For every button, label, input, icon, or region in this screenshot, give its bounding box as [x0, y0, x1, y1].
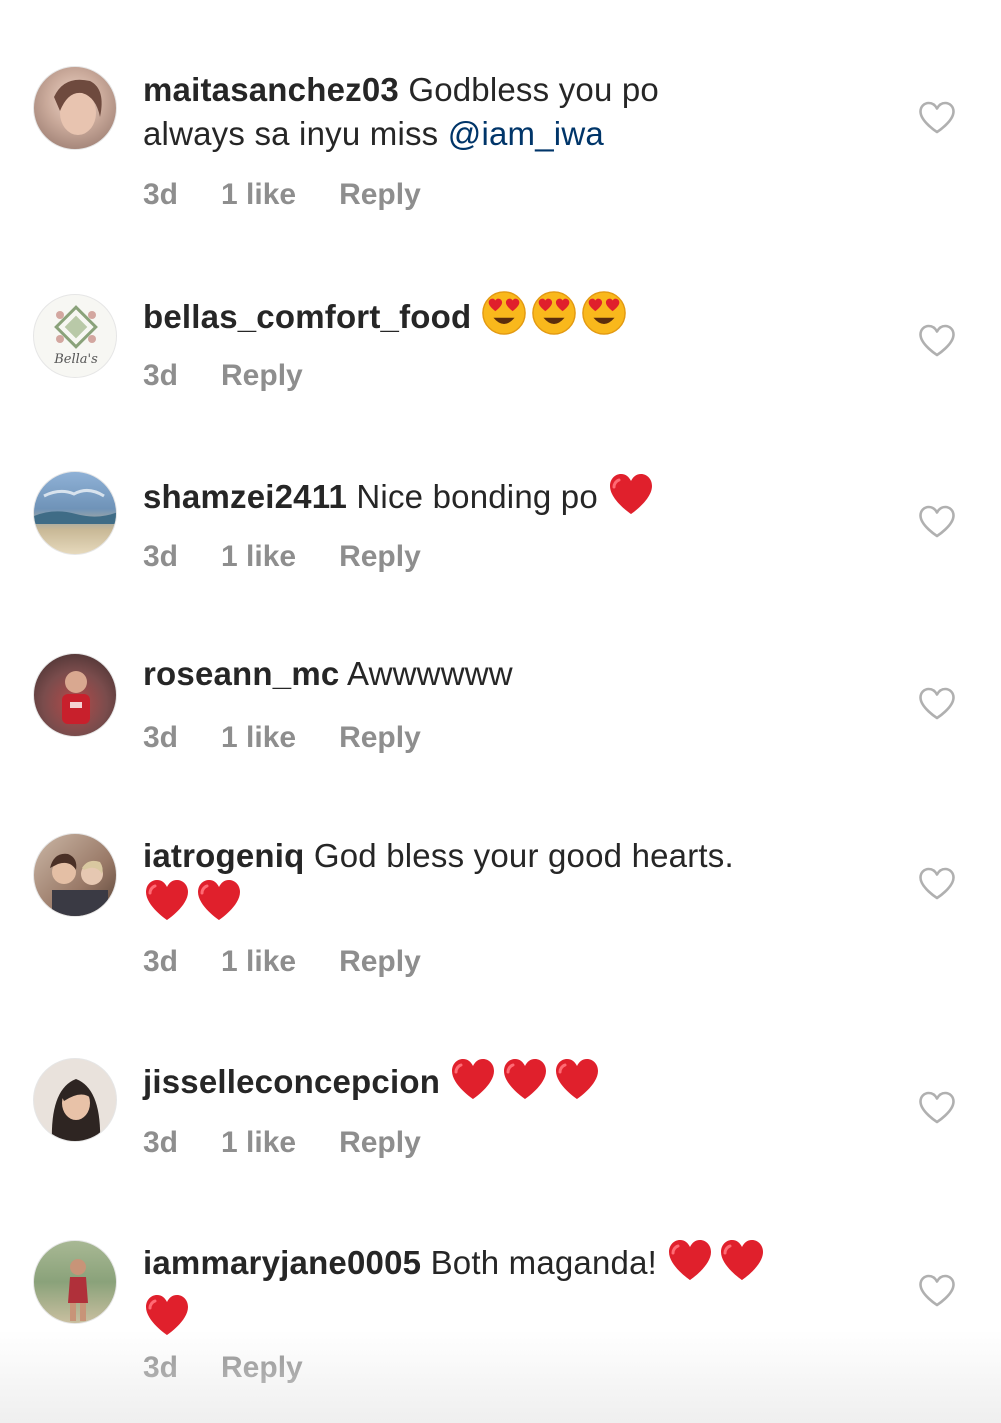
avatar[interactable]: Bella's	[33, 294, 117, 378]
comment-meta: 3d 1 like Reply	[143, 1123, 464, 1163]
comment-text: shamzei2411 Nice bonding po	[143, 472, 883, 527]
heart-eyes-emoji	[531, 290, 577, 347]
like-count[interactable]: 1 like	[221, 175, 296, 215]
reply-button[interactable]: Reply	[339, 942, 421, 982]
comment-text: bellas_comfort_food	[143, 290, 883, 347]
comment-body: Awwwwww	[339, 655, 513, 692]
comment-meta: 3d 1 like Reply	[143, 942, 464, 982]
red-heart-emoji	[449, 1057, 497, 1112]
timestamp: 3d	[143, 1351, 179, 1384]
like-heart-icon[interactable]	[918, 101, 956, 135]
reply-button[interactable]: Reply	[339, 537, 421, 577]
timestamp: 3d	[143, 540, 179, 573]
comment-body: Nice bonding po	[347, 478, 608, 515]
heart-eyes-emoji	[581, 290, 627, 347]
like-count[interactable]: 1 like	[221, 718, 296, 758]
mention-link[interactable]: @iam_iwa	[448, 115, 604, 152]
like-heart-icon[interactable]	[918, 1091, 956, 1125]
avatar[interactable]	[33, 653, 117, 737]
username[interactable]: iatrogeniq	[143, 837, 305, 874]
comment-text: iammaryjane0005 Both maganda!	[143, 1238, 883, 1348]
reply-button[interactable]: Reply	[221, 1348, 303, 1388]
comment-meta: 3d 1 like Reply	[143, 718, 464, 758]
red-heart-emoji	[553, 1057, 601, 1112]
avatar-photo	[68, 1259, 88, 1321]
avatar-photo	[62, 671, 90, 724]
avatar[interactable]	[33, 1058, 117, 1142]
avatar[interactable]	[33, 833, 117, 917]
timestamp: 3d	[143, 1126, 179, 1159]
comment-text: jisselleconcepcion	[143, 1057, 883, 1112]
comment-body: Godbless you po	[398, 71, 659, 108]
heart-eyes-emoji	[481, 290, 527, 347]
red-heart-emoji	[607, 472, 655, 527]
comment-body: God bless your good hearts.	[304, 837, 734, 874]
red-heart-emoji	[195, 878, 243, 933]
username[interactable]: roseann_mc	[143, 655, 339, 692]
reply-button[interactable]: Reply	[339, 175, 421, 215]
like-heart-icon[interactable]	[918, 687, 956, 721]
username[interactable]: iammaryjane0005	[143, 1244, 421, 1281]
avatar-photo	[34, 489, 116, 524]
reply-button[interactable]: Reply	[339, 1123, 421, 1163]
red-heart-emoji	[143, 1293, 191, 1348]
avatar-photo	[51, 1079, 101, 1141]
red-heart-emoji	[718, 1238, 766, 1293]
timestamp: 3d	[143, 721, 179, 754]
username[interactable]: jisselleconcepcion	[143, 1063, 440, 1100]
reply-button[interactable]: Reply	[221, 356, 303, 396]
avatar-logo: Bella's	[53, 305, 98, 367]
avatar-logo-text: Bella's	[53, 352, 98, 367]
red-heart-emoji	[666, 1238, 714, 1293]
username[interactable]: maitasanchez03	[143, 71, 399, 108]
comment-text: roseann_mc Awwwwww	[143, 652, 883, 696]
comment-meta: 3d 1 like Reply	[143, 175, 464, 215]
avatar[interactable]	[33, 66, 117, 150]
red-heart-emoji	[501, 1057, 549, 1112]
comment-body-line2: always sa inyu miss	[143, 115, 448, 152]
like-count[interactable]: 1 like	[221, 537, 296, 577]
timestamp: 3d	[143, 945, 179, 978]
like-heart-icon[interactable]	[918, 324, 956, 358]
comment-body: Both maganda!	[421, 1244, 667, 1281]
username[interactable]: shamzei2411	[143, 478, 347, 515]
avatar-photo	[54, 79, 102, 135]
comment-body	[440, 1063, 449, 1100]
like-heart-icon[interactable]	[918, 867, 956, 901]
comment-meta: 3d Reply	[143, 1348, 346, 1388]
avatar-photo	[50, 853, 108, 916]
timestamp: 3d	[143, 359, 179, 392]
comment-body	[471, 298, 480, 335]
username[interactable]: bellas_comfort_food	[143, 298, 471, 335]
comment-text: maitasanchez03 Godbless you po always sa…	[143, 68, 883, 156]
like-heart-icon[interactable]	[918, 1274, 956, 1308]
avatar[interactable]	[33, 471, 117, 555]
timestamp: 3d	[143, 178, 179, 211]
like-heart-icon[interactable]	[918, 505, 956, 539]
red-heart-emoji	[143, 878, 191, 933]
like-count[interactable]: 1 like	[221, 942, 296, 982]
like-count[interactable]: 1 like	[221, 1123, 296, 1163]
comment-meta: 3d Reply	[143, 356, 346, 396]
comment-text: iatrogeniq God bless your good hearts.	[143, 834, 883, 933]
reply-button[interactable]: Reply	[339, 718, 421, 758]
avatar[interactable]	[33, 1240, 117, 1324]
comment-meta: 3d 1 like Reply	[143, 537, 464, 577]
